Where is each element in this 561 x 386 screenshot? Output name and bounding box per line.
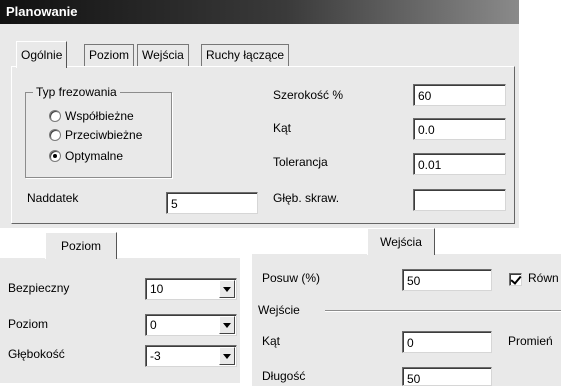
kat-value: 0.0 [418, 123, 435, 137]
tab-label: Poziom [89, 48, 130, 62]
naddatek-label: Naddatek [27, 191, 79, 205]
glebokosc-skrawania-label: Głęb. skraw. [273, 191, 340, 205]
radio-button[interactable] [49, 110, 61, 122]
glebokosc-label: Głębokość [8, 347, 65, 361]
radio-button[interactable] [49, 129, 61, 141]
tab-poziom-detail[interactable]: Poziom [45, 232, 117, 259]
kat-label: Kąt [273, 121, 292, 135]
rownolegle-checkbox[interactable] [509, 273, 522, 286]
glebokosc-skrawania-input[interactable] [413, 189, 506, 211]
dialog-title-bar[interactable]: Planowanie [0, 0, 519, 24]
dlugosc-value: 50 [407, 372, 421, 386]
posuw-label: Posuw (%) [262, 271, 321, 285]
tolerancja-label: Tolerancja [273, 155, 328, 169]
radio-label: Współbieżne [65, 109, 134, 123]
wejscie-kat-value: 0 [407, 336, 414, 350]
szerokosc-input[interactable]: 60 [413, 84, 506, 106]
chevron-down-icon[interactable] [219, 280, 235, 298]
tab-wejscia[interactable]: Wejścia [137, 44, 189, 66]
promien-label: Promień [508, 334, 553, 348]
tolerancja-input[interactable]: 0.01 [413, 153, 506, 175]
tab-ruchy-laczace[interactable]: Ruchy łączące [201, 44, 290, 66]
szerokosc-value: 60 [418, 89, 432, 103]
wejscie-section-label: Wejście [258, 303, 300, 317]
dlugosc-input[interactable]: 50 [402, 367, 492, 386]
bezpieczny-label: Bezpieczny [8, 281, 70, 295]
glebokosc-select[interactable]: -3 [145, 345, 237, 367]
tab-label: Poziom [60, 239, 101, 253]
glebokosc-value: -3 [150, 349, 161, 363]
naddatek-input[interactable]: 5 [166, 192, 258, 214]
wejscie-kat-label: Kąt [262, 334, 281, 348]
chevron-down-icon[interactable] [219, 347, 235, 365]
tab-label: Wejścia [380, 235, 422, 249]
radio-button-selected[interactable] [49, 150, 61, 162]
posuw-input[interactable]: 50 [402, 269, 492, 291]
tab-poziom[interactable]: Poziom [84, 44, 135, 66]
szerokosc-label: Szerokość % [273, 88, 344, 102]
rownolegle-label: Równ [528, 271, 559, 285]
radio-label: Przeciwbieżne [65, 128, 143, 142]
naddatek-value: 5 [171, 197, 178, 211]
section-divider [325, 310, 561, 312]
poziom-select[interactable]: 0 [145, 314, 237, 336]
tab-ogolnie[interactable]: Ogólnie [16, 41, 68, 68]
poziom-label: Poziom [8, 317, 49, 331]
dlugosc-label: Długość [262, 369, 306, 383]
kat-input[interactable]: 0.0 [413, 118, 506, 140]
tab-label: Wejścia [142, 48, 184, 62]
tab-wejscia-detail[interactable]: Wejścia [367, 228, 435, 255]
radio-label: Optymalne [65, 149, 124, 163]
tab-label: Ogólnie [21, 48, 63, 62]
milling-type-legend: Typ frezowania [33, 85, 120, 99]
tolerancja-value: 0.01 [418, 158, 442, 172]
dialog-title: Planowanie [6, 4, 78, 19]
posuw-value: 50 [407, 274, 421, 288]
poziom-value: 0 [150, 318, 157, 332]
bezpieczny-select[interactable]: 10 [145, 278, 237, 300]
chevron-down-icon[interactable] [219, 316, 235, 334]
bezpieczny-value: 10 [150, 282, 164, 296]
wejscie-kat-input[interactable]: 0 [402, 331, 492, 353]
tab-label: Ruchy łączące [206, 48, 285, 62]
